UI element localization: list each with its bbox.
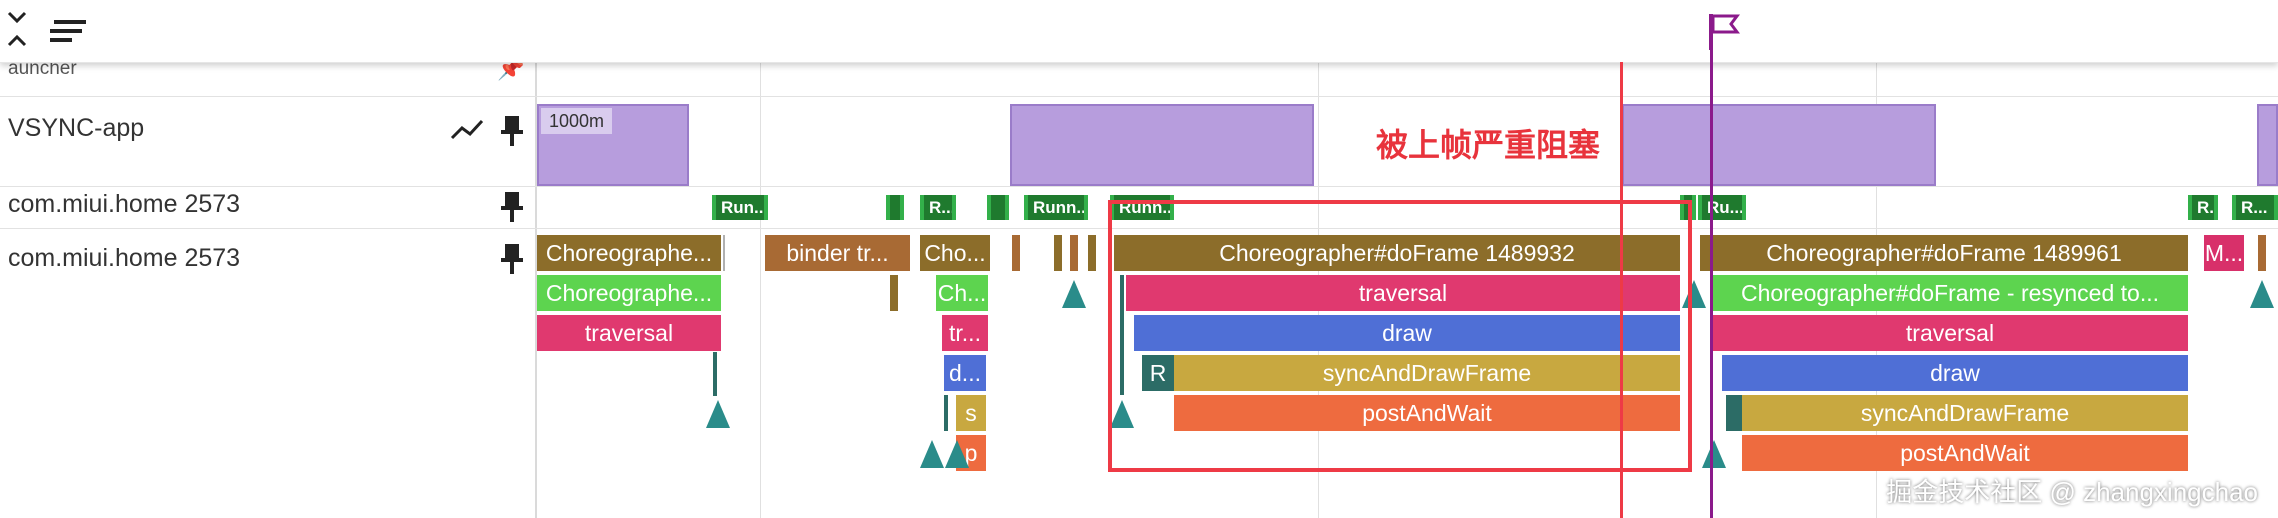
thread-state-running[interactable] (987, 195, 1009, 220)
slice-traversal[interactable]: tr... (942, 315, 988, 351)
slice-thin[interactable] (723, 235, 725, 271)
track-label-slices: com.miui.home 2573 (8, 244, 241, 272)
thread-state-running[interactable]: R... (920, 195, 956, 220)
pin-icon[interactable] (500, 190, 524, 229)
slice-thin[interactable] (1088, 235, 1096, 271)
thread-state-running[interactable]: Runn... (1024, 195, 1088, 220)
slice-draw[interactable]: draw (1722, 355, 2188, 391)
slice-resynced[interactable]: Choreographe... (537, 275, 721, 311)
slice-thin[interactable] (1070, 235, 1078, 271)
slice-thin[interactable] (1012, 235, 1020, 271)
vsync-arrow-icon (920, 440, 944, 468)
flag-icon[interactable] (1707, 12, 1743, 57)
vsync-arrow-icon (1062, 280, 1086, 308)
vsync-arrow-icon (2250, 280, 2274, 308)
vsync-block[interactable] (2257, 104, 2278, 186)
slice-m[interactable]: M... (2204, 235, 2244, 271)
annotation-vertical-line (1620, 62, 1623, 518)
blocked-highlight-box (1108, 200, 1692, 472)
slice-thin[interactable] (2258, 235, 2266, 271)
slice-thin[interactable] (1054, 235, 1062, 271)
slice-choreographer[interactable]: Cho... (920, 235, 990, 271)
track-label-thread: com.miui.home 2573 (8, 190, 241, 218)
slice-choreographer-frame[interactable]: Choreographer#doFrame 1489961 (1700, 235, 2188, 271)
slice-thin[interactable] (1726, 395, 1742, 431)
vsync-arrow-icon (706, 400, 730, 428)
thread-state-running[interactable]: Ru... (1698, 195, 1746, 220)
slice-sync-and-draw-frame[interactable]: syncAndDrawFrame (1742, 395, 2188, 431)
slice-choreographer[interactable]: Choreographe... (537, 235, 721, 271)
timeline-header (0, 0, 2278, 63)
row-separator (0, 186, 2278, 187)
watermark: 掘金技术社区 @ zhangxingchao (1886, 477, 2258, 507)
slice-thin[interactable] (944, 395, 948, 431)
slice-binder[interactable]: binder tr... (765, 235, 910, 271)
slice-post-and-wait[interactable]: postAndWait (1742, 435, 2188, 471)
slice-draw[interactable]: d... (944, 355, 986, 391)
vsync-arrow-icon (945, 440, 969, 468)
row-separator (0, 96, 2278, 97)
slice-resynced[interactable]: Ch... (936, 275, 988, 311)
vsync-block[interactable] (1010, 104, 1314, 186)
collapse-expand-icon[interactable] (6, 10, 28, 49)
slice-thin[interactable] (890, 275, 898, 311)
timeline-gridline (760, 0, 761, 518)
slice-sync[interactable]: s (956, 395, 986, 431)
thread-state-running[interactable]: R... (2232, 195, 2278, 220)
slice-traversal[interactable]: traversal (537, 315, 721, 351)
chart-trend-icon[interactable] (450, 118, 484, 147)
vsync-tag: 1000m (541, 108, 613, 134)
vsync-arrow-icon (1702, 440, 1726, 468)
track-label-vsync-app: VSYNC-app (8, 114, 145, 142)
pin-icon[interactable] (500, 242, 524, 281)
pin-icon[interactable] (500, 114, 524, 153)
slice-draw-thin[interactable] (713, 352, 717, 396)
menu-icon[interactable] (50, 18, 88, 49)
thread-state-running[interactable]: R... (2188, 195, 2218, 220)
slice-resynced[interactable]: Choreographer#doFrame - resynced to... (1712, 275, 2188, 311)
annotation-text: 被上帧严重阻塞 (1376, 127, 1601, 163)
thread-state-running[interactable] (886, 195, 904, 220)
time-marker-line (1710, 14, 1713, 518)
thread-state-running[interactable]: Run... (712, 195, 768, 220)
slice-traversal[interactable]: traversal (1712, 315, 2188, 351)
vsync-block[interactable] (1622, 104, 1936, 186)
